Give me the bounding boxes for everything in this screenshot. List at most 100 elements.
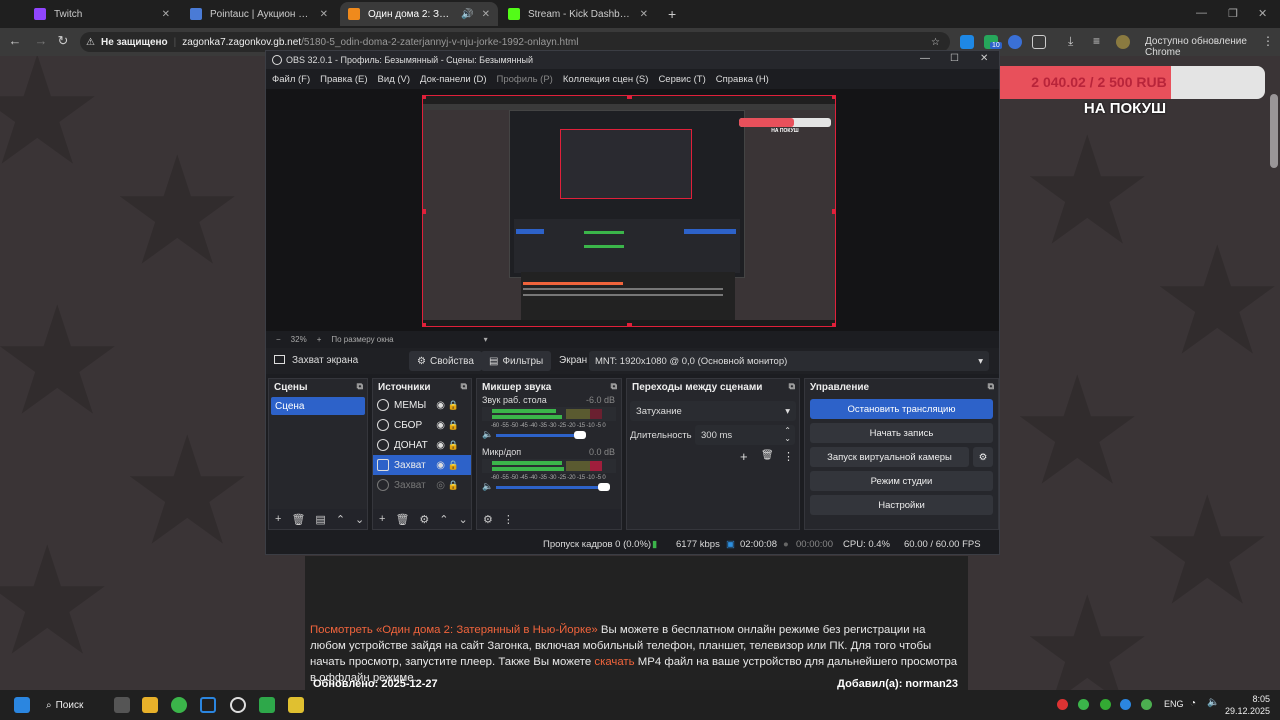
menu-scene-collection[interactable]: Коллекция сцен (S) (563, 74, 649, 85)
obs-icon[interactable] (230, 697, 246, 713)
volume-knob[interactable] (597, 483, 610, 491)
back-icon[interactable]: ← (6, 33, 24, 48)
undock-icon[interactable]: ⧉ (988, 381, 994, 392)
source-item[interactable]: МЕМЫ ◉ 🔒 (373, 395, 471, 415)
gear-icon[interactable]: ⚙ (419, 513, 429, 526)
app-icon[interactable] (259, 697, 275, 713)
close-window-icon[interactable]: ✕ (1258, 7, 1267, 20)
lock-icon[interactable]: 🔒 (448, 440, 459, 451)
source-item[interactable]: СБОР ◉ 🔒 (373, 415, 471, 435)
minimize-icon[interactable]: — (920, 53, 930, 64)
virtual-camera-button[interactable]: Запуск виртуальной камеры (810, 447, 969, 467)
start-recording-button[interactable]: Начать запись (810, 423, 993, 443)
maximize-icon[interactable]: ❐ (1228, 7, 1238, 20)
network-icon[interactable]: ◔ (1190, 698, 1196, 709)
arrow-up-icon[interactable]: ⌃ (336, 513, 345, 526)
windows-start-icon[interactable] (14, 697, 30, 713)
close-icon[interactable]: ✕ (980, 53, 988, 64)
extension-icon[interactable] (960, 35, 974, 49)
tray-icon[interactable] (1078, 699, 1089, 710)
minimize-icon[interactable]: — (1196, 7, 1207, 19)
settings-button[interactable]: Настройки (810, 495, 993, 515)
lock-icon[interactable]: 🔒 (448, 420, 459, 431)
menu-file[interactable]: Файл (F) (272, 74, 310, 85)
source-item[interactable]: Захват ◉ 🔒 (373, 455, 471, 475)
arrow-up-icon[interactable]: ⌃ (439, 513, 448, 526)
menu-tools[interactable]: Сервис (T) (658, 74, 705, 85)
volume-slider[interactable]: 🔈 (482, 481, 616, 493)
volume-icon[interactable]: 🔈 (1207, 697, 1219, 708)
eye-icon[interactable]: ◉ (436, 420, 445, 431)
add-icon[interactable]: + (740, 449, 748, 464)
profile-avatar[interactable] (1116, 35, 1130, 49)
eye-icon[interactable]: ◉ (436, 460, 445, 471)
menu-profile[interactable]: Профиль (P) (497, 74, 553, 85)
chrome-update-button[interactable]: Доступно обновление Chrome (1145, 36, 1280, 58)
more-icon[interactable]: ⋮ (503, 513, 514, 526)
more-icon[interactable]: ⋮ (783, 450, 794, 463)
filter-icon[interactable]: ▤ (315, 513, 325, 526)
stop-streaming-button[interactable]: Остановить трансляцию (810, 399, 993, 419)
volume-slider[interactable]: 🔈 (482, 429, 616, 441)
microphone-icon[interactable] (1141, 699, 1152, 710)
zoom-out-icon[interactable]: − (276, 335, 281, 344)
properties-button[interactable]: ⚙ Свойства (409, 351, 482, 371)
menu-edit[interactable]: Правка (E) (320, 74, 367, 85)
url-bar[interactable]: ⚠ Не защищено | zagonka7.zagonkov.gb.net… (80, 32, 950, 52)
studio-mode-button[interactable]: Режим студии (810, 471, 993, 491)
preview-capture[interactable]: НА ПОКУШ (422, 95, 836, 327)
duration-input[interactable]: 300 ms ⌃ ⌄ (695, 425, 795, 445)
close-icon[interactable]: ✕ (482, 9, 490, 20)
close-icon[interactable]: ✕ (320, 9, 328, 20)
volume-knob[interactable] (573, 431, 586, 439)
lock-icon[interactable]: 🔒 (448, 460, 459, 471)
menu-help[interactable]: Справка (H) (716, 74, 769, 85)
app-icon[interactable] (288, 697, 304, 713)
transition-select[interactable]: Затухание ▾ (630, 401, 796, 421)
download-icon[interactable]: ⤓ (1068, 34, 1073, 49)
trash-icon[interactable]: 🗑 (761, 450, 774, 461)
lock-icon[interactable]: 🔒 (448, 400, 459, 411)
tab-twitch[interactable]: Twitch ✕ (26, 2, 178, 26)
extension-icon[interactable] (1008, 35, 1022, 49)
add-icon[interactable]: + (275, 513, 281, 525)
maximize-icon[interactable]: ☐ (950, 53, 959, 64)
not-secure-label[interactable]: Не защищено (101, 37, 168, 48)
obs-preview[interactable]: НА ПОКУШ (266, 89, 999, 331)
bookmark-star-icon[interactable]: ☆ (931, 37, 940, 48)
snipping-tool-icon[interactable] (200, 697, 216, 713)
undock-icon[interactable]: ⧉ (611, 381, 617, 392)
tab-odin-doma[interactable]: Один дома 2: Затерянный 🔊 ✕ (340, 2, 498, 26)
virtual-camera-settings-button[interactable]: ⚙ (973, 447, 993, 467)
reload-icon[interactable]: ↻ (54, 33, 72, 49)
add-icon[interactable]: + (379, 513, 385, 525)
chevron-down-icon[interactable]: ▾ (484, 335, 488, 344)
arrow-down-icon[interactable]: ⌄ (355, 513, 364, 526)
tab-kick[interactable]: Stream - Kick Dashboard ✕ (500, 2, 656, 26)
trash-icon[interactable]: 🗑 (291, 513, 305, 526)
download-link[interactable]: скачать (594, 656, 634, 668)
stepper-icon[interactable]: ⌃ ⌄ (784, 427, 791, 443)
scene-item[interactable]: Сцена (271, 397, 365, 415)
trash-icon[interactable]: 🗑 (395, 513, 409, 526)
menu-view[interactable]: Вид (V) (378, 74, 411, 85)
source-item[interactable]: ДОНАТ ◉ 🔒 (373, 435, 471, 455)
tab-pointauc[interactable]: Pointauc | Аукцион для стримеров ✕ (182, 2, 336, 26)
forward-icon[interactable]: → (32, 33, 50, 48)
filters-button[interactable]: ▤ Фильтры (481, 351, 552, 371)
lock-icon[interactable]: 🔒 (448, 480, 459, 491)
file-explorer-icon[interactable] (142, 697, 158, 713)
eye-hidden-icon[interactable]: ◎ (436, 480, 445, 491)
close-icon[interactable]: ✕ (640, 9, 648, 20)
monitor-select[interactable]: MNT: 1920x1080 @ 0,0 (Основной монитор) … (589, 351, 989, 371)
extensions-puzzle-icon[interactable] (1032, 35, 1046, 49)
eye-icon[interactable]: ◉ (436, 440, 445, 451)
media-control-icon[interactable]: ≡ (1093, 34, 1100, 48)
undock-icon[interactable]: ⧉ (461, 381, 467, 392)
chrome-icon[interactable] (171, 697, 187, 713)
watch-link[interactable]: Посмотреть «Один дома 2: Затерянный в Нь… (310, 624, 598, 636)
advanced-audio-icon[interactable]: ⚙ (483, 513, 493, 526)
arrow-down-icon[interactable]: ⌄ (459, 513, 468, 526)
eye-icon[interactable]: ◉ (436, 400, 445, 411)
menu-docks[interactable]: Док-панели (D) (420, 74, 486, 85)
